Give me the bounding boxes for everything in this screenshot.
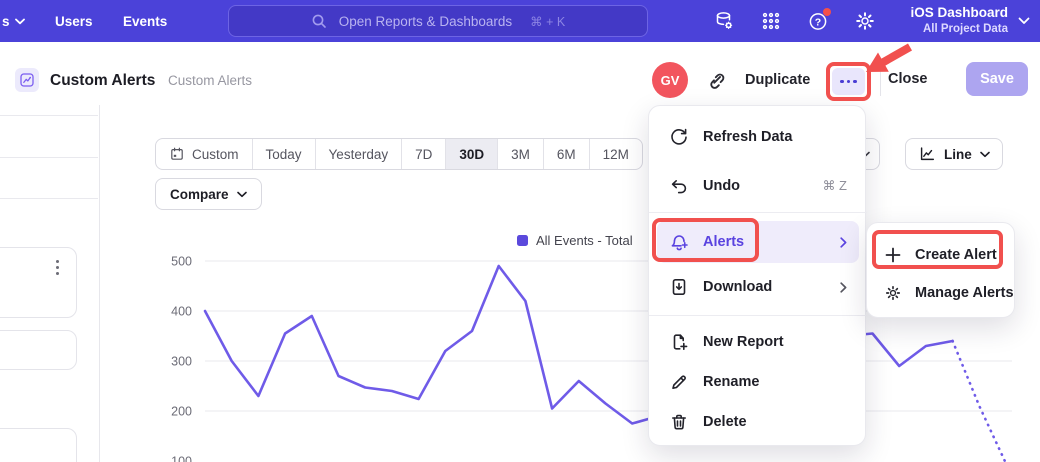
chevron-right-icon (840, 282, 847, 293)
chart-type-button[interactable]: Line (905, 138, 1003, 170)
card-more-icon[interactable] (56, 260, 59, 275)
panel-divider (0, 198, 98, 199)
line-chart-icon (918, 145, 936, 163)
menu-item-download[interactable]: Download (649, 269, 867, 305)
range-option-12m[interactable]: 12M (590, 139, 642, 169)
search-icon (311, 13, 327, 29)
project-selector[interactable]: iOS Dashboard All Project Data (910, 0, 1030, 42)
range-option-yesterday[interactable]: Yesterday (316, 139, 403, 169)
more-options-menu: Refresh Data Data from 1 min ago Undo ⌘ … (648, 105, 866, 446)
report-header: Custom Alerts Custom Alerts GV Duplicate… (0, 42, 1040, 105)
save-button[interactable]: Save (966, 62, 1028, 96)
y-axis-tick-label: 400 (171, 305, 192, 319)
nav-item-truncated[interactable]: s (2, 0, 25, 42)
undo-icon (669, 176, 689, 196)
close-button[interactable]: Close (888, 71, 928, 87)
date-range-control: CustomTodayYesterday7D30D3M6M12M (155, 138, 643, 170)
download-icon (669, 277, 689, 297)
plus-icon (883, 245, 903, 265)
project-name: iOS Dashboard (910, 5, 1008, 22)
avatar[interactable]: GV (652, 62, 688, 98)
filter-card[interactable] (0, 330, 77, 370)
duplicate-button[interactable]: Duplicate (745, 72, 810, 88)
new-report-icon (669, 332, 689, 352)
panel-divider (0, 115, 98, 116)
menu-divider (649, 212, 867, 213)
compare-button[interactable]: Compare (155, 178, 262, 210)
insights-report-icon (15, 68, 39, 92)
chart-legend: All Events - Total (517, 233, 633, 248)
chevron-down-icon (15, 18, 25, 25)
menu-divider (649, 315, 867, 316)
bell-plus-icon (669, 232, 689, 252)
undo-shortcut: ⌘ Z (822, 178, 847, 194)
notification-badge (823, 8, 831, 16)
page-title: Custom Alerts (50, 72, 155, 90)
y-axis-tick-label: 200 (171, 405, 192, 419)
chevron-right-icon (840, 237, 847, 248)
project-scope: All Project Data (910, 22, 1008, 36)
menu-item-refresh-data[interactable]: Refresh Data (649, 119, 867, 155)
refresh-icon (669, 127, 689, 147)
range-option-3m[interactable]: 3M (498, 139, 544, 169)
breakdown-card[interactable] (0, 428, 77, 462)
trash-icon (669, 412, 689, 432)
legend-label: All Events - Total (536, 233, 633, 248)
more-options-button[interactable] (832, 68, 865, 95)
range-option-custom[interactable]: Custom (156, 139, 253, 169)
panel-divider (0, 157, 98, 158)
help-icon[interactable]: ? (806, 9, 830, 33)
menu-item-new-report[interactable]: New Report (649, 324, 867, 360)
nav-truncated-label: s (2, 14, 10, 29)
breadcrumb: Custom Alerts (168, 73, 252, 88)
y-axis-tick-label: 100 (171, 455, 192, 462)
data-settings-icon[interactable] (712, 9, 736, 33)
gear-icon (883, 283, 903, 303)
app-window: s Users Events Open Reports & Dashboards… (0, 0, 1040, 462)
pencil-icon (669, 372, 689, 392)
top-nav: s Users Events Open Reports & Dashboards… (0, 0, 1040, 42)
menu-item-undo[interactable]: Undo ⌘ Z (649, 168, 867, 204)
submenu-item-manage-alerts[interactable]: Manage Alerts (867, 275, 1016, 311)
menu-item-rename[interactable]: Rename (649, 364, 867, 400)
submenu-item-create-alert[interactable]: Create Alert (867, 237, 1016, 273)
range-option-30d[interactable]: 30D (446, 139, 498, 169)
gear-icon[interactable] (853, 9, 877, 33)
apps-grid-icon[interactable] (759, 9, 783, 33)
global-search-input[interactable]: Open Reports & Dashboards ⌘ + K (228, 5, 648, 37)
series-line-dotted-tail (953, 341, 1006, 462)
chevron-down-icon (1018, 17, 1030, 25)
legend-swatch (517, 235, 528, 246)
menu-item-alerts[interactable]: Alerts (657, 221, 859, 263)
calendar-icon (169, 146, 185, 162)
alerts-submenu: Create Alert Manage Alerts (866, 222, 1015, 318)
range-option-6m[interactable]: 6M (544, 139, 590, 169)
nav-item-events[interactable]: Events (123, 0, 167, 42)
search-shortcut: ⌘ + K (530, 14, 565, 29)
query-builder-panel (0, 105, 100, 462)
range-option-7d[interactable]: 7D (402, 139, 446, 169)
y-axis-tick-label: 500 (171, 255, 192, 269)
chevron-down-icon (237, 191, 247, 198)
chevron-down-icon (980, 151, 990, 158)
menu-item-delete[interactable]: Delete (649, 404, 867, 440)
y-axis-tick-label: 300 (171, 355, 192, 369)
range-option-today[interactable]: Today (253, 139, 316, 169)
svg-text:?: ? (815, 16, 821, 28)
header-divider (880, 66, 881, 96)
metric-card[interactable] (0, 247, 77, 318)
copy-link-icon[interactable] (703, 68, 729, 94)
nav-item-users[interactable]: Users (55, 0, 93, 42)
search-placeholder: Open Reports & Dashboards (339, 14, 512, 29)
